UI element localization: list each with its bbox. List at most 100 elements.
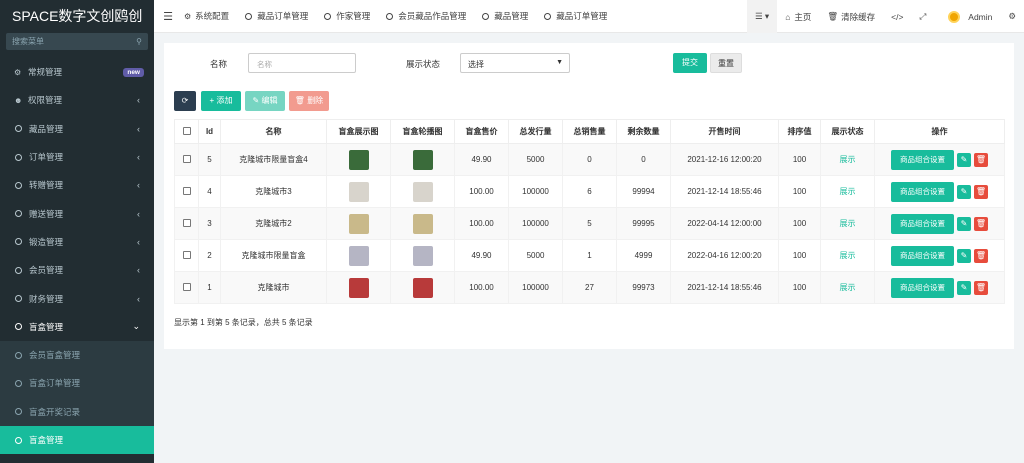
submenu-item-0[interactable]: 会员盲盒管理 bbox=[0, 341, 154, 369]
tab-0[interactable]: ⚙ 系统配置 bbox=[182, 0, 243, 33]
caret-down-icon: ▼ bbox=[556, 59, 563, 66]
sidebar-search[interactable]: 搜索菜单 ⚲ bbox=[6, 33, 148, 50]
combo-settings-button[interactable]: 商品组合设置 bbox=[891, 149, 954, 170]
status-badge[interactable]: 展示 bbox=[840, 155, 856, 164]
clear-cache-button[interactable]: 🗑 清除缓存 bbox=[819, 0, 883, 33]
row-delete-button[interactable]: 🗑 bbox=[974, 280, 988, 295]
row-left: 99995 bbox=[616, 207, 671, 240]
sidebar-item-5[interactable]: 赠送管理 ‹ bbox=[0, 199, 154, 227]
table-row[interactable]: 3 克隆城市2 100.00 100000 5 99995 2022-04-14 12:00… bbox=[174, 207, 1005, 240]
combo-settings-button[interactable]: 商品组合设置 bbox=[891, 213, 954, 234]
cover-image[interactable] bbox=[348, 277, 369, 298]
sidebar-item-2[interactable]: 藏品管理 ‹ bbox=[0, 115, 154, 143]
circle-icon bbox=[324, 12, 332, 20]
name-input[interactable]: 名称 bbox=[248, 53, 356, 73]
menu-toggle-icon[interactable]: ☰ bbox=[154, 10, 182, 23]
row-name: 克隆城市限量盲盒 bbox=[220, 239, 327, 272]
row-edit-button[interactable]: ✎ bbox=[957, 184, 971, 199]
table-row[interactable]: 1 克隆城市 100.00 100000 27 99973 2021-12-14 18:55… bbox=[174, 271, 1005, 304]
status-label: 展示状态 bbox=[406, 59, 441, 69]
cover-image[interactable] bbox=[348, 181, 369, 202]
sidebar-item-4[interactable]: 转赠管理 ‹ bbox=[0, 171, 154, 199]
sidebar-item-0[interactable]: ⚙ 常规管理 new bbox=[0, 58, 154, 86]
combo-settings-button[interactable]: 商品组合设置 bbox=[891, 181, 954, 202]
tab-2[interactable]: 作家管理 bbox=[322, 0, 384, 33]
user-menu[interactable]: Admin bbox=[934, 0, 1000, 33]
submenu-item-2[interactable]: 盲盒开奖记录 bbox=[0, 398, 154, 426]
row-checkbox[interactable] bbox=[182, 186, 191, 195]
row-actions: 商品组合设置 ✎ 🗑 bbox=[874, 271, 1005, 304]
tab-bar: ⚙ 系统配置 藏品订单管理 作家管理 会员藏品作品管理 藏品管理 藏品订单管理 bbox=[182, 0, 621, 33]
col-id[interactable]: Id bbox=[198, 119, 221, 144]
submenu-item-3[interactable]: 盲盒管理 bbox=[0, 425, 154, 455]
submit-button[interactable]: 提交 bbox=[673, 53, 707, 73]
table-row[interactable]: 2 克隆城市限量盲盒 49.90 5000 1 4999 2022-04-16 12:00:… bbox=[174, 239, 1005, 272]
sidebar-item-7[interactable]: 会员管理 ‹ bbox=[0, 256, 154, 284]
table-row[interactable]: 5 克隆城市限量盲盒4 49.90 5000 0 0 2021-12-16 12:00:20… bbox=[174, 143, 1005, 176]
row-edit-button[interactable]: ✎ bbox=[957, 216, 971, 231]
row-delete-button[interactable]: 🗑 bbox=[974, 216, 988, 231]
home-button[interactable]: ⌂ 主页 bbox=[777, 0, 819, 33]
settings-button[interactable]: ⚙ bbox=[1000, 0, 1024, 33]
banner-image[interactable] bbox=[412, 181, 433, 202]
status-badge[interactable]: 展示 bbox=[840, 219, 856, 228]
sidebar-search-input[interactable]: 搜索菜单 bbox=[12, 36, 136, 47]
tab-list-dropdown[interactable]: ☰ ▾ bbox=[746, 0, 778, 33]
tab-1[interactable]: 藏品订单管理 bbox=[243, 0, 322, 33]
row-select-cell[interactable] bbox=[174, 271, 199, 304]
row-checkbox[interactable] bbox=[182, 154, 191, 163]
row-select-cell[interactable] bbox=[174, 175, 199, 208]
combo-settings-button[interactable]: 商品组合设置 bbox=[891, 245, 954, 266]
tab-5[interactable]: 藏品订单管理 bbox=[542, 0, 621, 33]
row-select-cell[interactable] bbox=[174, 207, 199, 240]
row-checkbox[interactable] bbox=[182, 250, 191, 259]
sidebar-item-6[interactable]: 锻造管理 ‹ bbox=[0, 228, 154, 256]
sidebar-item-1[interactable]: ☻ 权限管理 ‹ bbox=[0, 86, 154, 114]
search-icon[interactable]: ⚲ bbox=[136, 37, 142, 46]
row-edit-button[interactable]: ✎ bbox=[957, 280, 971, 295]
row-delete-button[interactable]: 🗑 bbox=[974, 248, 988, 263]
add-button[interactable]: + 添加 bbox=[201, 91, 241, 111]
table-row[interactable]: 4 克隆城市3 100.00 100000 6 99994 2021-12-14 18:55… bbox=[174, 175, 1005, 208]
status-badge[interactable]: 展示 bbox=[840, 283, 856, 292]
row-select-cell[interactable] bbox=[174, 143, 199, 176]
submenu-item-1[interactable]: 盲盒订单管理 bbox=[0, 369, 154, 397]
select-all-checkbox[interactable] bbox=[182, 126, 191, 135]
select-all-header[interactable] bbox=[174, 119, 199, 144]
circle-icon bbox=[15, 238, 22, 246]
brand-logo[interactable]: SPACE数字文创鸥创 bbox=[0, 0, 154, 33]
sidebar-item-9[interactable]: 盲盒管理 ⌄ bbox=[0, 313, 154, 341]
cover-image[interactable] bbox=[348, 213, 369, 234]
row-checkbox[interactable] bbox=[182, 218, 191, 227]
tab-3[interactable]: 会员藏品作品管理 bbox=[384, 0, 480, 33]
row-total: 100000 bbox=[508, 175, 563, 208]
banner-image[interactable] bbox=[412, 277, 433, 298]
sidebar-item-8[interactable]: 财务管理 ‹ bbox=[0, 284, 154, 312]
sidebar-item-3[interactable]: 订单管理 ‹ bbox=[0, 143, 154, 171]
row-checkbox[interactable] bbox=[182, 282, 191, 291]
row-delete-button[interactable]: 🗑 bbox=[974, 184, 988, 199]
row-price: 100.00 bbox=[454, 175, 509, 208]
row-actions: 商品组合设置 ✎ 🗑 bbox=[874, 239, 1005, 272]
cover-image[interactable] bbox=[348, 245, 369, 266]
banner-image[interactable] bbox=[412, 149, 433, 170]
row-edit-button[interactable]: ✎ bbox=[957, 152, 971, 167]
row-select-cell[interactable] bbox=[174, 239, 199, 272]
cover-image[interactable] bbox=[348, 149, 369, 170]
status-select[interactable]: 选择 ▼ bbox=[460, 53, 570, 73]
chevron-left-icon: ‹ bbox=[137, 180, 140, 191]
fullscreen-button[interactable]: ⤢ bbox=[911, 0, 934, 33]
status-badge[interactable]: 展示 bbox=[840, 187, 856, 196]
refresh-button[interactable]: ⟳ bbox=[174, 91, 196, 111]
code-button[interactable]: </> bbox=[883, 0, 911, 33]
status-badge[interactable]: 展示 bbox=[840, 251, 856, 260]
banner-image[interactable] bbox=[412, 245, 433, 266]
row-edit-button[interactable]: ✎ bbox=[957, 248, 971, 263]
reset-button[interactable]: 重置 bbox=[710, 53, 742, 73]
delete-button[interactable]: 🗑 删除 bbox=[289, 91, 329, 111]
edit-button[interactable]: ✎ 编辑 bbox=[245, 91, 285, 111]
tab-4[interactable]: 藏品管理 bbox=[480, 0, 542, 33]
row-delete-button[interactable]: 🗑 bbox=[974, 152, 988, 167]
banner-image[interactable] bbox=[412, 213, 433, 234]
combo-settings-button[interactable]: 商品组合设置 bbox=[891, 277, 954, 298]
